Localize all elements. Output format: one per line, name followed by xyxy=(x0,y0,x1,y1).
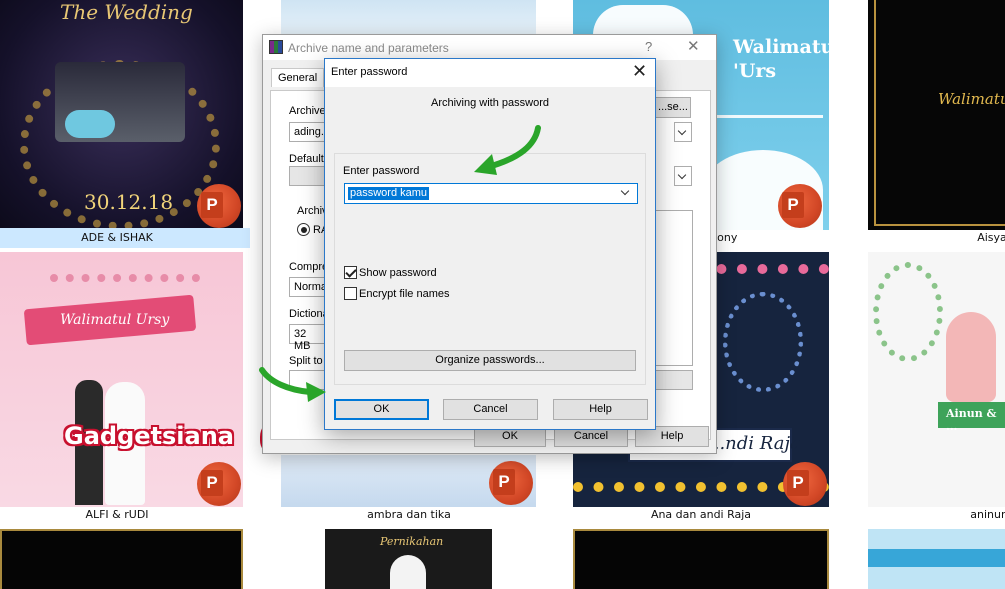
mosque-silhouette xyxy=(593,5,693,35)
thumb-title-text: Walimatul Ursy xyxy=(60,312,170,328)
thumb-label-ambra: ambra dan tika xyxy=(367,508,451,521)
dialog-titlebar: Enter password ✕ xyxy=(325,59,655,87)
thumb-label-alfi: ALFI & rUDI xyxy=(85,508,149,521)
thumb-label-ade-ishak: ADE & ISHAK xyxy=(81,231,153,244)
thumbnail-ade-ishak[interactable]: The Wedding 30.12.18 xyxy=(0,0,243,230)
thumbnail-row3-3[interactable] xyxy=(573,529,829,589)
thumb-title-text: ...ndi Raja xyxy=(708,433,801,454)
thumbnail-walimatu[interactable]: Walimatu... xyxy=(868,0,1005,230)
thumb-title-text: Walimatul 'Urs xyxy=(733,36,829,82)
thumb-title-text: Walimatu... xyxy=(938,90,1005,108)
password-input[interactable]: password kamu xyxy=(344,183,638,204)
thumb-title-text: Pernikahan xyxy=(380,535,444,548)
watermark-text: Gadgetsiana xyxy=(64,422,234,450)
thumbnail-row3-1[interactable] xyxy=(0,529,243,589)
encrypt-file-names-label: Encrypt file names xyxy=(359,288,450,300)
archive-name-dropdown[interactable] xyxy=(674,122,692,142)
thumbnail-pernikahan[interactable]: Pernikahan xyxy=(325,529,492,589)
profile-dropdown[interactable] xyxy=(674,166,692,186)
enter-password-label: Enter password xyxy=(343,165,420,177)
thumbnail-ambra-tika[interactable] xyxy=(281,455,536,507)
powerpoint-icon xyxy=(783,462,827,506)
thumbnail-row3-4[interactable] xyxy=(868,529,1005,589)
dialog-titlebar: Archive name and parameters ? ✕ xyxy=(263,35,716,60)
powerpoint-icon xyxy=(197,462,241,506)
leaf-ornament xyxy=(873,262,943,362)
powerpoint-icon xyxy=(489,461,533,505)
dialog-title: Enter password xyxy=(331,66,408,78)
screen: The Wedding 30.12.18 ADE & ISHAK Walimat… xyxy=(0,0,1005,589)
thumb-label-aisya: Aisya & ... xyxy=(977,231,1005,244)
chevron-down-icon[interactable] xyxy=(620,186,630,196)
hijab-figure xyxy=(946,312,996,402)
dictionary-select[interactable]: 32 MB xyxy=(289,324,329,352)
calligraphy xyxy=(713,88,823,118)
password-value: password kamu xyxy=(348,187,430,200)
thumbnail-aninun[interactable]: Ainun & ... xyxy=(868,252,1005,507)
flower-garland xyxy=(50,252,200,282)
rar-radio-dot xyxy=(301,227,307,233)
thumb-label-aninun: aninun&su... xyxy=(970,508,1005,521)
options-list[interactable] xyxy=(655,210,693,366)
rose-ornament xyxy=(723,292,803,392)
powerpoint-icon xyxy=(778,184,822,228)
help-button[interactable]: Help xyxy=(553,399,648,420)
powerpoint-icon xyxy=(197,184,241,228)
dialog-title: Archive name and parameters xyxy=(288,41,449,55)
archive-name-input[interactable]: ading... xyxy=(289,122,330,142)
scooter-image xyxy=(65,110,115,138)
browse-button[interactable]: ...se... xyxy=(655,97,691,118)
close-icon[interactable]: ✕ xyxy=(687,37,700,55)
thumb-title-text: Ainun & ... xyxy=(946,407,997,433)
blue-ribbon xyxy=(868,549,1005,567)
tab-general[interactable]: General xyxy=(271,68,325,87)
archiving-with-password-heading: Archiving with password xyxy=(431,97,549,109)
couple-doll xyxy=(390,555,426,589)
gold-frame xyxy=(874,0,1005,226)
encrypt-file-names-checkbox[interactable] xyxy=(344,287,357,300)
thumbnail-alfi-rudi[interactable]: Walimatul Ursy xyxy=(0,252,243,507)
profile-select[interactable] xyxy=(289,166,329,186)
close-icon[interactable]: ✕ xyxy=(632,61,647,82)
thumb-date-text: 30.12.18 xyxy=(84,190,174,214)
split-input[interactable] xyxy=(289,370,329,390)
thumb-title-text: The Wedding xyxy=(60,0,193,24)
show-password-checkbox[interactable] xyxy=(344,266,357,279)
winrar-icon xyxy=(269,40,283,54)
extra-field[interactable] xyxy=(655,370,693,390)
enter-password-dialog: Enter password ✕ Archiving with password… xyxy=(324,58,656,430)
show-password-label: Show password xyxy=(359,267,437,279)
help-icon[interactable]: ? xyxy=(645,39,652,54)
thumb-label-ana: Ana dan andi Raja xyxy=(650,508,752,521)
ok-button[interactable]: OK xyxy=(334,399,429,420)
compression-select[interactable]: Norma... xyxy=(289,277,336,297)
organize-passwords-button[interactable]: Organize passwords... xyxy=(344,350,636,371)
cancel-button[interactable]: Cancel xyxy=(443,399,538,420)
